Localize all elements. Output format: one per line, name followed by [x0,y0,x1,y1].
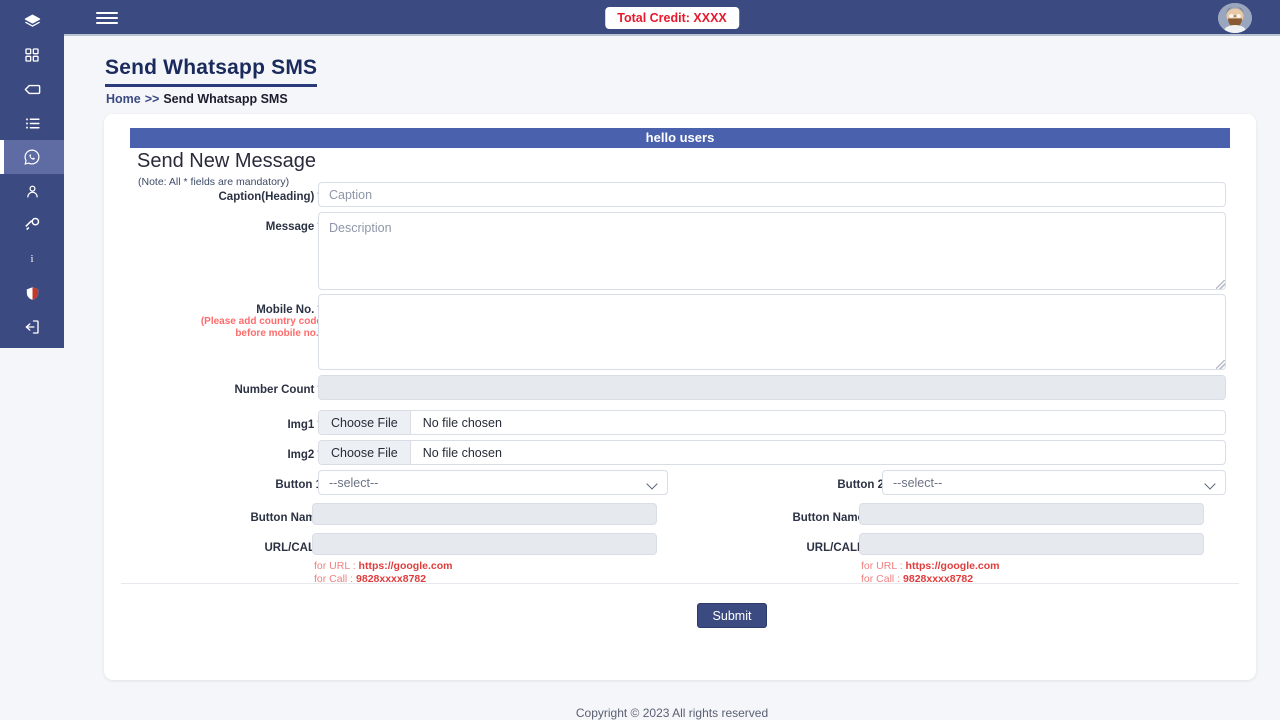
form-card: hello users Send New Message (Note: All … [104,114,1256,680]
button-name1-input[interactable] [312,503,657,525]
hamburger-line [96,22,118,24]
breadcrumb-home[interactable]: Home [106,92,141,106]
hamburger-line [96,12,118,14]
hint-url-2: for URL : https://google.com [861,560,999,573]
hint-url-1: for URL : https://google.com [314,560,452,573]
hamburger-icon[interactable] [96,9,118,27]
sidebar-item-tag[interactable] [0,72,64,106]
avatar[interactable] [1218,3,1252,33]
number-count-label: Number Count * [234,384,322,396]
user-icon [24,183,41,200]
hint-block-2: for URL : https://google.com for Call : … [861,560,999,585]
sidebar-item-logout[interactable] [0,310,64,344]
mobile-hint-line1: (Please add country code [200,316,322,327]
button-name2-label: Button Name [792,512,864,524]
img2-file-input[interactable]: Choose File No file chosen [318,440,1226,465]
sidebar: i [0,0,64,348]
tag-icon [23,80,42,99]
button-name1-label: Button Name [250,512,322,524]
caption-label: Caption(Heading) * [218,191,323,203]
img1-file-name: No file chosen [422,415,502,430]
list-icon [24,115,41,132]
sidebar-item-dashboard[interactable] [0,4,64,38]
url-call2-label: URL/CALL [806,542,865,554]
sidebar-item-user[interactable] [0,174,64,208]
img1-file-input[interactable]: Choose File No file chosen [318,410,1226,435]
caption-input[interactable] [318,182,1226,207]
img2-choose-file-button[interactable]: Choose File [319,441,411,464]
user-avatar-image [1218,3,1252,33]
info-icon: i [30,252,34,265]
mobile-hint-line2: before mobile no.) [235,328,322,339]
layers-icon [24,13,41,30]
key-icon [23,216,41,234]
sidebar-item-apps[interactable] [0,38,64,72]
img2-file-name: No file chosen [422,445,502,460]
button2-label: Button 2 [837,479,884,491]
whatsapp-icon [23,148,41,166]
url-call1-input[interactable] [312,533,657,555]
img1-label: Img1 * [287,419,322,431]
topbar: Total Credit: XXXX [64,0,1280,36]
button1-select[interactable]: --select-- [318,470,668,495]
button2-select-wrap[interactable]: --select-- [882,470,1226,495]
number-count-input[interactable] [318,375,1226,400]
button1-label: Button 1 [275,479,322,491]
hamburger-line [96,17,118,19]
shield-icon [24,285,41,302]
sidebar-item-list[interactable] [0,106,64,140]
img1-choose-file-button[interactable]: Choose File [319,411,411,434]
message-label: Message * [265,221,322,233]
breadcrumb-separator: >> [144,92,160,106]
hint-url-key: for URL : [314,560,359,572]
img2-label: Img2 * [287,449,322,461]
hint-block-1: for URL : https://google.com for Call : … [314,560,452,585]
button-name2-input[interactable] [859,503,1204,525]
footer-copyright: Copyright © 2023 All rights reserved [575,706,769,720]
submit-button[interactable]: Submit [697,603,767,628]
sidebar-item-info[interactable]: i [0,242,64,276]
sidebar-item-whatsapp[interactable] [0,140,64,174]
logout-icon [23,318,41,336]
main-content: Send Whatsapp SMS Home >> Send Whatsapp SM… [64,38,1280,720]
hint-url-value: https://google.com [905,560,1000,572]
form-divider [121,583,1239,584]
button2-select[interactable]: --select-- [882,470,1226,495]
message-textarea[interactable] [318,212,1226,290]
sidebar-item-key[interactable] [0,208,64,242]
grid-icon [24,47,40,63]
greeting-banner: hello users [130,128,1230,148]
hint-url-value: https://google.com [358,560,453,572]
url-call1-label: URL/CALL [264,542,323,554]
sidebar-item-shield[interactable] [0,276,64,310]
url-call2-input[interactable] [859,533,1204,555]
mobile-textarea[interactable] [318,294,1226,370]
form-title: Send New Message [137,150,316,172]
total-credit-badge: Total Credit: XXXX [605,7,739,29]
mobile-label-text: Mobile No. * [256,304,322,316]
mobile-label: Mobile No. * (Please add country code be… [102,304,322,340]
hint-url-key: for URL : [861,560,906,572]
page-title: Send Whatsapp SMS [105,56,318,87]
form-note: (Note: All * fields are mandatory) [138,176,290,188]
breadcrumb-current: Send Whatsapp SMS [163,92,288,106]
button1-select-wrap[interactable]: --select-- [318,470,668,495]
breadcrumb: Home >> Send Whatsapp SMS [106,92,288,106]
